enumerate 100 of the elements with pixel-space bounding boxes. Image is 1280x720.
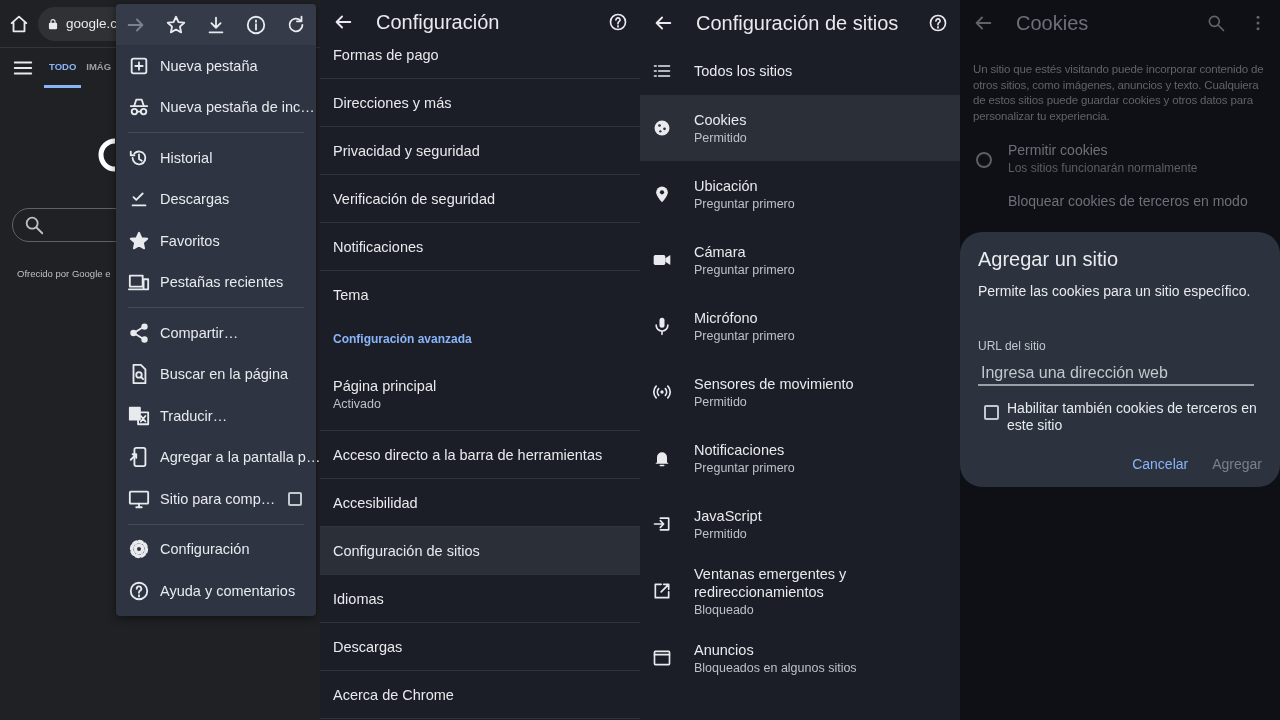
site-setting-row[interactable]: Todos los sitios — [640, 46, 960, 95]
star-icon — [128, 229, 150, 252]
setting-title: Ubicación — [694, 177, 758, 195]
setting-title: Notificaciones — [694, 441, 785, 459]
search-icon — [23, 214, 45, 236]
menu-label: Configuración — [160, 541, 251, 558]
menu-label: Pestañas recientes — [160, 274, 285, 291]
help-icon[interactable] — [608, 12, 628, 32]
setting-subtitle: Preguntar primero — [694, 197, 795, 211]
window-icon — [652, 648, 672, 668]
menu-label: Nueva pestaña — [160, 57, 259, 74]
dialog-button[interactable]: Cancelar — [1128, 450, 1193, 478]
menu-label: Sitio para comp… — [160, 490, 277, 507]
open-new-icon — [652, 581, 672, 601]
section-header: Configuración avanzada — [332, 331, 473, 348]
settings-row[interactable]: Tema — [320, 271, 640, 319]
menu-label: Traducir… — [160, 407, 229, 424]
field-label: URL del sitio — [978, 339, 1047, 353]
site-setting-row[interactable]: Micrófono Preguntar primero — [640, 293, 960, 359]
setting-subtitle: Permitido — [694, 395, 747, 409]
setting-title: Sensores de movimiento — [694, 375, 854, 393]
menu-label: Buscar en la página — [160, 366, 290, 383]
menu-label: Descargas — [160, 191, 231, 208]
option-title: Bloquear cookies de terceros en modo — [1008, 193, 1248, 209]
microphone-icon — [652, 316, 672, 336]
sensor-waves-icon — [652, 382, 672, 402]
setting-title: Descargas — [333, 638, 404, 655]
menu-item[interactable]: Favoritos — [116, 220, 316, 262]
logo-arc-icon — [98, 138, 116, 172]
translate-icon — [128, 404, 150, 427]
share-icon — [128, 321, 150, 344]
setting-title: Notificaciones — [333, 238, 425, 255]
setting-title: Verificación de seguridad — [333, 190, 497, 207]
setting-title: Tema — [333, 286, 370, 303]
page-title: Cookies — [1016, 11, 1090, 35]
setting-subtitle: Activado — [333, 397, 382, 411]
settings-icon — [128, 538, 150, 561]
setting-title: Accesibilidad — [333, 494, 419, 511]
menu-label: Nueva pestaña de inc… — [160, 99, 315, 116]
checkbox[interactable] — [288, 491, 302, 506]
setting-subtitle: Preguntar primero — [694, 461, 795, 475]
menu-item[interactable]: Pestañas recientes — [116, 261, 316, 303]
search-icon[interactable] — [1206, 13, 1226, 33]
menu-item[interactable]: Traducir… — [116, 395, 316, 437]
menu-label: Compartir… — [160, 324, 240, 341]
option-subtitle: Los sitios funcionarán normalmente — [1008, 161, 1198, 175]
lock-icon — [46, 16, 60, 31]
setting-title: Acceso directo a la barra de herramientas — [333, 446, 604, 463]
checkbox[interactable] — [984, 405, 999, 420]
setting-subtitle: Preguntar primero — [694, 329, 795, 343]
menu-label: Favoritos — [160, 232, 221, 249]
menu-item[interactable]: Buscar en la página — [116, 353, 316, 395]
site-setting-row[interactable]: Notificaciones Preguntar primero — [640, 425, 960, 491]
tab[interactable]: TODO — [44, 48, 82, 88]
setting-title: Cookies — [694, 111, 747, 129]
option-title: Permitir cookies — [1008, 142, 1109, 158]
help-icon[interactable] — [928, 13, 948, 33]
setting-subtitle: Bloqueado — [694, 603, 754, 617]
menu-label: Agregar a la pantalla p… — [160, 449, 320, 466]
setting-title: Configuración de sitios — [333, 542, 481, 559]
menu-item[interactable]: Configuración — [116, 528, 316, 570]
menu-item[interactable]: Compartir… — [116, 312, 316, 354]
site-setting-row[interactable]: Cámara Preguntar primero — [640, 227, 960, 293]
setting-title: Ventanas emergentes y redireccionamientos — [694, 565, 848, 601]
menu-label: Historial — [160, 149, 214, 166]
dialog-message: Permite las cookies para un sitio específico. — [978, 283, 1252, 299]
help-icon — [128, 579, 150, 602]
setting-title: Direcciones y más — [333, 94, 453, 111]
tab[interactable]: IMÁG — [81, 48, 117, 88]
site-setting-row[interactable]: Ventanas emergentes y redireccionamientos Bloqueado — [640, 557, 960, 625]
menu-item[interactable]: Sitio para comp… — [116, 478, 316, 520]
star-icon[interactable] — [165, 13, 187, 36]
menu-item[interactable]: Descargas — [116, 178, 316, 220]
setting-title: Página principal — [333, 378, 438, 394]
site-setting-row[interactable]: Sensores de movimiento Permitido — [640, 359, 960, 425]
setting-title: Idiomas — [333, 590, 385, 607]
settings-row[interactable]: Configuración de sitios — [320, 527, 640, 575]
setting-title: Cámara — [694, 243, 746, 261]
description-text: Un sitio que estés visitando puede incorporar contenido de otros sitios, como imágenes, anuncios y texto. Cualquiera de estos sitios puede guardar cookies y otros datos para personalizar tu experiencia. — [973, 62, 1265, 124]
setting-subtitle: Permitido — [694, 527, 747, 541]
menu-item[interactable]: Nueva pestaña — [116, 45, 316, 87]
site-setting-row[interactable]: Cookies Permitido — [640, 95, 960, 161]
setting-title: JavaScript — [694, 507, 762, 525]
box-arrow-icon — [652, 514, 672, 534]
info-icon[interactable] — [245, 13, 267, 36]
menu-item[interactable]: Nueva pestaña de inc… — [116, 86, 316, 128]
site-setting-row[interactable]: JavaScript Permitido — [640, 491, 960, 557]
site-setting-row[interactable]: Ubicación Preguntar primero — [640, 161, 960, 227]
menu-item[interactable]: Historial — [116, 137, 316, 179]
settings-row[interactable]: Formas de pago — [320, 44, 640, 79]
page-title: Configuración de sitios — [696, 11, 900, 35]
dialog-title: Agregar un sitio — [978, 248, 1120, 271]
menu-item[interactable]: Ayuda y comentarios — [116, 570, 316, 612]
checkbox-label: Habilitar también cookies de terceros en este sitio — [1007, 400, 1258, 434]
setting-title: Privacidad y seguridad — [333, 142, 481, 159]
site-setting-row[interactable]: Anuncios Bloqueados en algunos sitios — [640, 625, 960, 691]
setting-subtitle: Preguntar primero — [694, 263, 795, 277]
url-input-field[interactable]: Ingresa una dirección web — [978, 361, 1254, 386]
setting-title: Formas de pago — [333, 47, 440, 63]
radio-button[interactable] — [976, 152, 992, 168]
